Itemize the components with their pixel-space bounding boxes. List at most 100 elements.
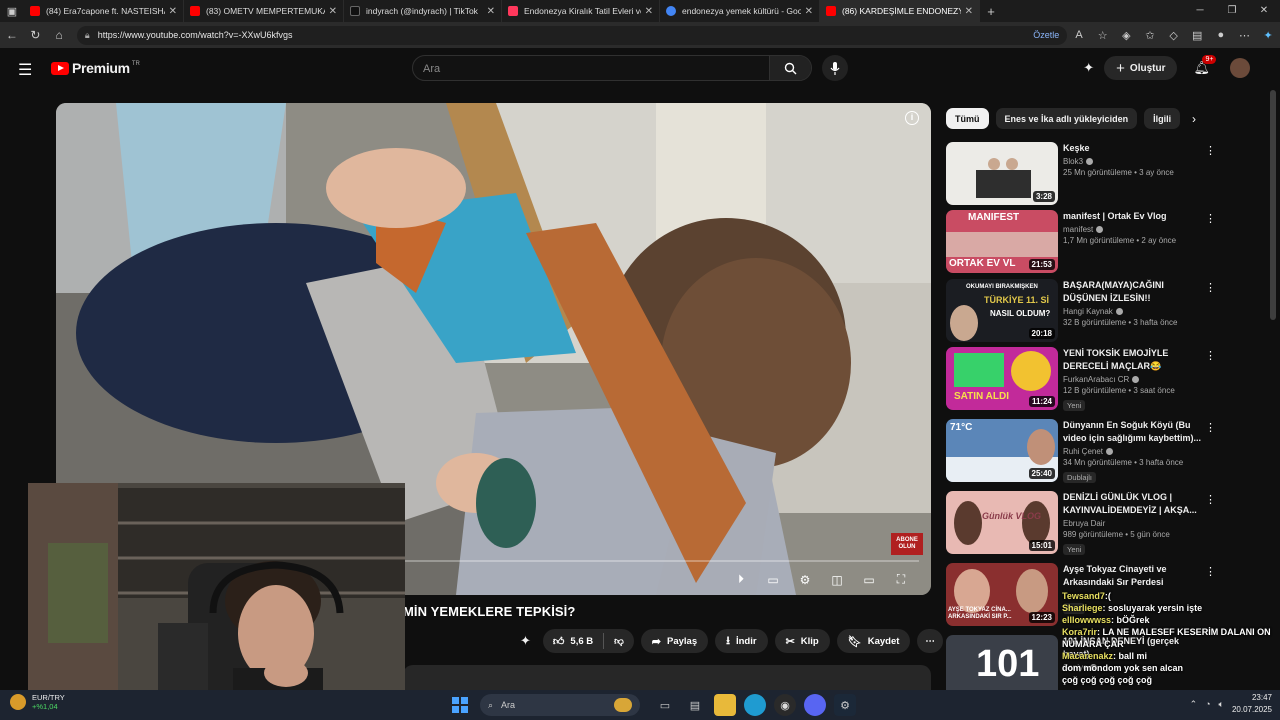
- youtube-logo[interactable]: Premium TR: [51, 60, 140, 76]
- start-windows-icon[interactable]: [452, 697, 468, 713]
- account-avatar[interactable]: [1230, 58, 1250, 78]
- tab-actions-icon[interactable]: ▣: [0, 0, 24, 22]
- discord-icon[interactable]: [804, 694, 826, 716]
- video-title-link[interactable]: Keşke: [1063, 142, 1203, 155]
- subtitles-icon[interactable]: ▭: [757, 573, 789, 587]
- video-title-link[interactable]: Ayşe Tokyaz Cinayeti ve Arkasındaki Sır …: [1063, 563, 1203, 589]
- miniplayer-icon[interactable]: ◫: [821, 573, 853, 587]
- menu-icon[interactable]: ☰: [18, 60, 32, 80]
- more-options-icon[interactable]: ⋮: [1205, 349, 1216, 362]
- more-actions-button[interactable]: ⋯: [917, 629, 943, 653]
- page-scrollbar[interactable]: [1270, 90, 1276, 320]
- video-title-link[interactable]: manifest | Ortak Ev Vlog: [1063, 210, 1203, 223]
- favorites-icon[interactable]: ✩: [1138, 29, 1162, 42]
- ask-gemini-icon[interactable]: ✦: [520, 633, 531, 649]
- video-thumbnail[interactable]: SATIN ALDI 11:24: [946, 347, 1058, 410]
- browser-tab[interactable]: Endonezya Kiralık Tatil Evleri ve E...✕: [502, 0, 660, 22]
- shield-icon[interactable]: ◇: [1162, 29, 1186, 42]
- chevron-right-icon[interactable]: ›: [1192, 112, 1196, 126]
- video-title-link[interactable]: BAŞARA(MAYA)CAĞINI DÜŞÜNEN İZLESİN!!: [1063, 279, 1203, 305]
- browser-tab[interactable]: (83) OMETV MEMPERTEMUKAN ✕: [184, 0, 344, 22]
- more-menu-icon[interactable]: ⋯: [1233, 29, 1257, 42]
- file-explorer-icon[interactable]: [714, 694, 736, 716]
- url-field[interactable]: 🔒︎ https://www.youtube.com/watch?v=-XXwU…: [76, 25, 1068, 45]
- recommendation-item[interactable]: MANIFEST ORTAK EV VL 21:53 manifest | Or…: [946, 210, 1246, 274]
- extension-icon[interactable]: ◈: [1114, 29, 1138, 42]
- close-tab-icon[interactable]: ✕: [965, 6, 973, 17]
- browser-tab-active[interactable]: (86) KARDEŞİMLE ENDONEZYA YE✕: [820, 0, 980, 22]
- channel-name[interactable]: Blok3: [1063, 157, 1203, 166]
- new-tab-button[interactable]: +: [980, 4, 1002, 19]
- voice-search-button[interactable]: [822, 55, 848, 81]
- more-options-icon[interactable]: ⋮: [1205, 565, 1216, 578]
- more-options-icon[interactable]: ⋮: [1205, 493, 1216, 506]
- back-icon[interactable]: ←: [0, 28, 24, 42]
- close-tab-icon[interactable]: ✕: [169, 6, 177, 17]
- more-options-icon[interactable]: ⋮: [1205, 144, 1216, 157]
- search-input[interactable]: [423, 60, 763, 78]
- video-title-link[interactable]: Dünyanın En Soğuk Köyü (Bu video için sa…: [1063, 419, 1203, 445]
- video-thumbnail[interactable]: 71°C 25:40: [946, 419, 1058, 482]
- close-tab-icon[interactable]: ✕: [645, 6, 653, 17]
- close-tab-icon[interactable]: ✕: [805, 6, 813, 17]
- settings-gear-icon[interactable]: ⚙: [789, 573, 821, 587]
- recommendation-item[interactable]: 71°C 25:40 Dünyanın En Soğuk Köyü (Bu vi…: [946, 419, 1246, 483]
- channel-name[interactable]: manifest: [1063, 225, 1203, 234]
- create-button[interactable]: + Oluştur: [1104, 56, 1178, 80]
- chip-related[interactable]: İlgili: [1144, 108, 1181, 129]
- video-thumbnail[interactable]: AYŞE TOKYAZ CİNA... ARKASINDAKİ SIR P...…: [946, 563, 1058, 626]
- browser-tab[interactable]: (84) Era7capone ft. NASTEISHA ✕: [24, 0, 184, 22]
- refresh-icon[interactable]: ↻: [24, 28, 48, 42]
- video-thumbnail[interactable]: MANIFEST ORTAK EV VL 21:53: [946, 210, 1058, 273]
- volume-icon[interactable]: 🔈︎: [1219, 699, 1224, 710]
- info-icon[interactable]: i: [905, 111, 919, 125]
- widgets-icon[interactable]: ▤: [684, 694, 706, 716]
- read-aloud-icon[interactable]: A: [1067, 29, 1091, 41]
- home-icon[interactable]: ⌂: [47, 28, 71, 42]
- chip-all[interactable]: Tümü: [946, 108, 989, 129]
- maximize-icon[interactable]: ❐: [1216, 0, 1248, 22]
- gemini-icon[interactable]: ✦: [1083, 60, 1094, 76]
- video-title-link[interactable]: DENİZLİ GÜNLÜK VLOG | KAYINVALİDEMDEYİZ …: [1063, 491, 1203, 517]
- favorite-star-icon[interactable]: ☆: [1091, 29, 1115, 42]
- recommendation-item[interactable]: SATIN ALDI 11:24 YENİ TOKSİK EMOJİYLE DE…: [946, 347, 1246, 411]
- collections-icon[interactable]: ▤: [1185, 29, 1209, 42]
- recommendation-item[interactable]: 3:28 Keşke Blok3 25 Mn görüntüleme • 3 a…: [946, 142, 1246, 206]
- save-button[interactable]: 🔖︎ Kaydet: [836, 629, 911, 653]
- chip-uploader[interactable]: Enes ve İka adlı yükleyiciden: [995, 108, 1138, 129]
- fullscreen-icon[interactable]: ⛶: [885, 572, 917, 587]
- autoplay-toggle-icon[interactable]: ⏵: [725, 572, 757, 587]
- more-options-icon[interactable]: ⋮: [1205, 281, 1216, 294]
- channel-name[interactable]: FurkanArabacı CR: [1063, 375, 1203, 384]
- video-thumbnail[interactable]: Günlük VLOG 15:01: [946, 491, 1058, 554]
- subscribe-badge[interactable]: ABONE OLUN: [891, 533, 923, 555]
- steam-icon[interactable]: ⚙: [834, 694, 856, 716]
- browser-tab[interactable]: indyrach (@indyrach) | TikTok ✕: [344, 0, 502, 22]
- close-tab-icon[interactable]: ✕: [487, 6, 495, 17]
- theater-mode-icon[interactable]: ▭: [853, 573, 885, 587]
- like-button[interactable]: 👍︎ 5,6 B: [543, 629, 603, 653]
- search-button[interactable]: [769, 56, 811, 80]
- more-options-icon[interactable]: ⋮: [1205, 212, 1216, 225]
- close-tab-icon[interactable]: ✕: [329, 6, 337, 17]
- obs-icon[interactable]: ◉: [774, 694, 796, 716]
- edge-browser-icon[interactable]: [744, 694, 766, 716]
- dislike-button[interactable]: 👎︎: [604, 629, 634, 653]
- clock[interactable]: 23:47 20.07.2025: [1232, 692, 1272, 716]
- browser-tab[interactable]: endonezya yemek kültürü - Google✕: [660, 0, 820, 22]
- taskbar-search[interactable]: ⌕ Ara: [480, 694, 640, 716]
- share-button[interactable]: ➦ Paylaş: [640, 629, 709, 653]
- recommendation-item[interactable]: Günlük VLOG 15:01 DENİZLİ GÜNLÜK VLOG | …: [946, 491, 1246, 555]
- channel-name[interactable]: Ebruya Dair: [1063, 519, 1203, 528]
- video-thumbnail[interactable]: 101: [946, 635, 1058, 698]
- profile-icon[interactable]: ●: [1209, 29, 1233, 41]
- recommendation-item[interactable]: OKUMAYI BIRAKMIŞKEN TÜRKİYE 11. Sİ NASIL…: [946, 279, 1246, 343]
- video-title-link[interactable]: YENİ TOKSİK EMOJİYLE DERECELİ MAÇLAR😂: [1063, 347, 1203, 373]
- download-button[interactable]: ⭳ İndir: [715, 629, 768, 653]
- summarize-button[interactable]: Özetle: [1033, 30, 1059, 40]
- task-view-icon[interactable]: ▭: [654, 694, 676, 716]
- clip-button[interactable]: ✂ Klip: [774, 629, 830, 653]
- network-icon[interactable]: ◔: [1205, 699, 1210, 709]
- video-thumbnail[interactable]: 3:28: [946, 142, 1058, 205]
- channel-name[interactable]: Hangi Kaynak: [1063, 307, 1203, 316]
